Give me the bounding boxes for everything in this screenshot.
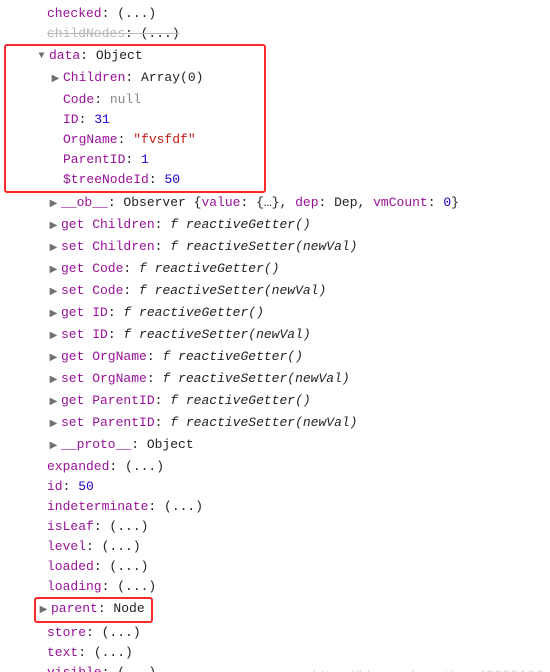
prop-row-expandable[interactable]: ▶ Children : Array(0) [6, 68, 260, 90]
prop-row[interactable]: ID : 31 [6, 110, 260, 130]
prop-key: ParentID [63, 150, 125, 170]
prop-row-expandable[interactable]: ▶get Children: f reactiveGetter() [4, 215, 546, 237]
prop-value[interactable]: (...) [117, 4, 156, 24]
prop-row-expandable[interactable]: ▶get ID: f reactiveGetter() [4, 303, 546, 325]
prop-value: "fvsfdf" [133, 130, 195, 150]
chevron-down-icon[interactable]: ▼ [36, 47, 47, 67]
chevron-right-icon[interactable]: ▶ [48, 437, 59, 457]
prop-value: Array(0) [141, 68, 203, 88]
prop-row-expandable[interactable]: ▶parent: Node [4, 597, 546, 623]
prop-row[interactable]: checked : (...) [4, 4, 546, 24]
prop-row-expandable[interactable]: ▶ __ob__ : Observer {value: {…}, dep: De… [4, 193, 546, 215]
chevron-right-icon[interactable]: ▶ [48, 371, 59, 391]
prop-row[interactable]: loading: (...) [4, 577, 546, 597]
prop-row[interactable]: Code : null [6, 90, 260, 110]
prop-value: Object [96, 46, 143, 66]
highlight-box-parent: ▶parent: Node [34, 597, 153, 623]
prop-row[interactable]: $treeNodeId : 50 [6, 170, 260, 190]
prop-row-expandable[interactable]: ▼ data : Object [6, 46, 260, 68]
prop-row[interactable]: id: 50 [4, 477, 546, 497]
prop-row[interactable]: store: (...) [4, 623, 546, 643]
chevron-right-icon[interactable]: ▶ [48, 239, 59, 259]
prop-row-expandable[interactable]: ▶set Code: f reactiveSetter(newVal) [4, 281, 546, 303]
prop-key: __ob__ [61, 193, 108, 213]
chevron-right-icon[interactable]: ▶ [48, 415, 59, 435]
prop-key: checked [47, 4, 102, 24]
prop-key: ID [63, 110, 79, 130]
prop-value: (...) [141, 24, 180, 44]
prop-row[interactable]: ParentID : 1 [6, 150, 260, 170]
prop-key: Children [63, 68, 125, 88]
prop-key: OrgName [63, 130, 118, 150]
prop-row[interactable]: loaded: (...) [4, 557, 546, 577]
prop-key: $treeNodeId [63, 170, 149, 190]
prop-key: data [49, 46, 80, 66]
prop-row-expandable[interactable]: ▶get ParentID: f reactiveGetter() [4, 391, 546, 413]
chevron-right-icon[interactable]: ▶ [48, 217, 59, 237]
chevron-right-icon[interactable]: ▶ [48, 327, 59, 347]
chevron-right-icon[interactable]: ▶ [48, 305, 59, 325]
chevron-right-icon[interactable]: ▶ [38, 601, 49, 621]
prop-row-expandable[interactable]: ▶set ParentID: f reactiveSetter(newVal) [4, 413, 546, 435]
watermark: https://blog.csdn.net/qq_42255106 [313, 665, 544, 672]
chevron-right-icon[interactable]: ▶ [48, 261, 59, 281]
chevron-right-icon[interactable]: ▶ [48, 393, 59, 413]
prop-row[interactable]: level: (...) [4, 537, 546, 557]
prop-row[interactable]: text: (...) [4, 643, 546, 663]
prop-value: 1 [141, 150, 149, 170]
chevron-right-icon[interactable]: ▶ [50, 70, 61, 90]
prop-value: Observer {value: {…}, dep: Dep, vmCount:… [123, 193, 459, 213]
prop-row[interactable]: isLeaf: (...) [4, 517, 546, 537]
prop-row[interactable]: expanded: (...) [4, 457, 546, 477]
highlight-box-data: ▼ data : Object ▶ Children : Array(0) Co… [4, 44, 266, 193]
chevron-right-icon[interactable]: ▶ [48, 283, 59, 303]
prop-row-expandable[interactable]: ▶get OrgName: f reactiveGetter() [4, 347, 546, 369]
prop-value: null [110, 90, 141, 110]
prop-row-expandable[interactable]: ▶__proto__: Object [4, 435, 546, 457]
prop-row-expandable[interactable]: ▶set Children: f reactiveSetter(newVal) [4, 237, 546, 259]
prop-row[interactable]: OrgName : "fvsfdf" [6, 130, 260, 150]
prop-row-expandable[interactable]: ▶get Code: f reactiveGetter() [4, 259, 546, 281]
prop-value: 50 [164, 170, 180, 190]
prop-row-expandable[interactable]: ▶set ID: f reactiveSetter(newVal) [4, 325, 546, 347]
prop-row[interactable]: indeterminate: (...) [4, 497, 546, 517]
prop-row-expandable[interactable]: ▶set OrgName: f reactiveSetter(newVal) [4, 369, 546, 391]
prop-key: Code [63, 90, 94, 110]
prop-value: 31 [94, 110, 110, 130]
chevron-right-icon[interactable]: ▶ [48, 195, 59, 215]
chevron-right-icon[interactable]: ▶ [48, 349, 59, 369]
prop-row-disabled: childNodes : (...) [4, 24, 546, 44]
prop-key: childNodes [47, 24, 125, 44]
